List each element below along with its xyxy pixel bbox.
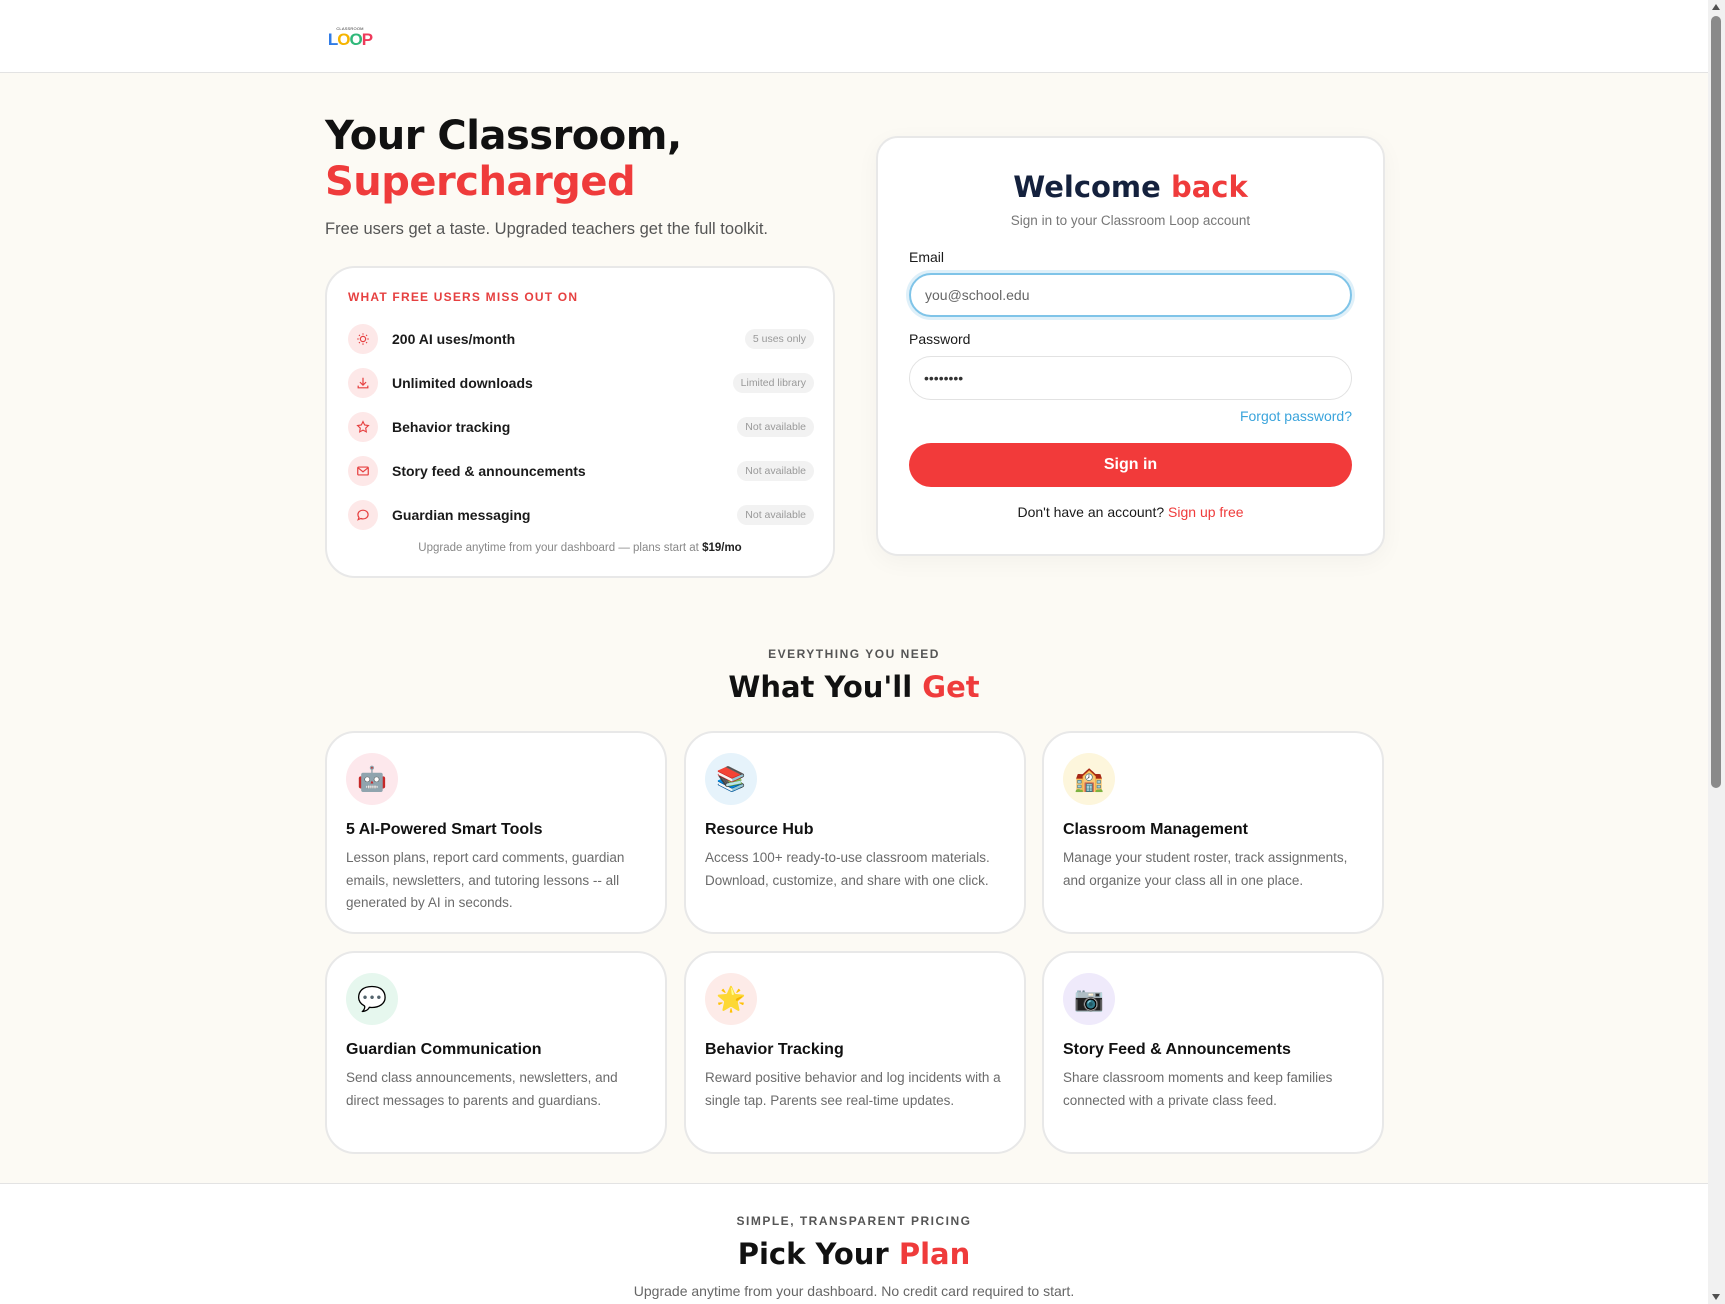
sign-up-link[interactable]: Sign up free [1168, 504, 1244, 520]
logo-letter: O [349, 30, 363, 49]
login-card: Welcome back Sign in to your Classroom L… [876, 136, 1385, 556]
features-title: What You'll Get [0, 670, 1708, 704]
features-eyebrow: EVERYTHING YOU NEED [768, 647, 940, 661]
envelope-icon [348, 456, 378, 486]
limitation-label: Guardian messaging [392, 507, 531, 523]
upgrade-note-text: Upgrade anytime from your dashboard — pl… [418, 542, 703, 554]
password-field[interactable] [909, 356, 1352, 400]
login-title: Welcome back [878, 170, 1383, 204]
password-label: Password [909, 331, 971, 347]
limitation-label: Story feed & announcements [392, 463, 586, 479]
hero-subtitle: Free users get a taste. Upgraded teacher… [325, 220, 768, 238]
feature-card-ai-tools: 🤖 5 AI-Powered Smart Tools Lesson plans,… [325, 731, 667, 934]
limitation-badge: Not available [737, 461, 814, 481]
signup-prompt: Don't have an account? Sign up free [878, 504, 1383, 520]
feature-title: Story Feed & Announcements [1063, 1041, 1291, 1058]
logo-letter: L [327, 30, 338, 49]
upgrade-note-price: $19/mo [702, 542, 742, 554]
feature-title: Classroom Management [1063, 821, 1248, 838]
limitation-item: Behavior tracking Not available [348, 412, 814, 442]
page-scrollbar[interactable] [1708, 0, 1725, 1304]
feature-title: Guardian Communication [346, 1041, 542, 1058]
books-icon: 📚 [705, 753, 757, 805]
feature-card-classroom-management: 🏫 Classroom Management Manage your stude… [1042, 731, 1384, 934]
feature-card-story-feed: 📷 Story Feed & Announcements Share class… [1042, 951, 1384, 1154]
hero-title: Your Classroom, Supercharged [325, 113, 845, 205]
feature-card-behavior-tracking: 🌟 Behavior Tracking Reward positive beha… [684, 951, 1026, 1154]
pricing-title: Pick Your Plan [0, 1237, 1708, 1271]
download-icon [348, 368, 378, 398]
signup-prompt-text: Don't have an account? [1017, 504, 1165, 520]
school-icon: 🏫 [1063, 753, 1115, 805]
feature-description: Send class announcements, newsletters, a… [346, 1070, 618, 1108]
hero-title-line2: Supercharged [325, 159, 636, 205]
login-subtitle: Sign in to your Classroom Loop account [1010, 213, 1251, 228]
features-title-part1: What You'll [728, 670, 913, 704]
robot-icon: 🤖 [346, 753, 398, 805]
scroll-down-arrow-icon[interactable] [1712, 1294, 1720, 1300]
forgot-password-link[interactable]: Forgot password? [1240, 408, 1352, 424]
classroom-loop-logo[interactable]: CLASSROOM LOOP [327, 24, 373, 50]
email-label: Email [909, 249, 945, 265]
limitation-badge: Not available [737, 505, 814, 525]
limitation-item: Guardian messaging Not available [348, 500, 814, 530]
scroll-up-arrow-icon[interactable] [1712, 4, 1720, 10]
login-title-part1: Welcome [1013, 170, 1161, 204]
limitation-label: Behavior tracking [392, 419, 511, 435]
email-field[interactable] [909, 273, 1352, 317]
feature-description: Reward positive behavior and log inciden… [705, 1070, 1001, 1108]
feature-card-resource-hub: 📚 Resource Hub Access 100+ ready-to-use … [684, 731, 1026, 934]
star-burst-icon: 🌟 [705, 973, 757, 1025]
limitation-badge: Not available [737, 417, 814, 437]
camera-icon: 📷 [1063, 973, 1115, 1025]
limitation-item: Story feed & announcements Not available [348, 456, 814, 486]
pricing-title-part1: Pick Your [737, 1237, 889, 1271]
limitation-label: Unlimited downloads [392, 375, 533, 391]
feature-description: Access 100+ ready-to-use classroom mater… [705, 850, 990, 888]
lightbulb-icon [348, 324, 378, 354]
speech-bubble-icon: 💬 [346, 973, 398, 1025]
pricing-subtitle: Upgrade anytime from your dashboard. No … [633, 1283, 1075, 1299]
feature-description: Manage your student roster, track assign… [1063, 850, 1348, 888]
feature-description: Share classroom moments and keep familie… [1063, 1070, 1333, 1108]
features-title-part2: Get [922, 670, 980, 704]
upgrade-note: Upgrade anytime from your dashboard — pl… [327, 542, 833, 554]
feature-title: Behavior Tracking [705, 1041, 844, 1058]
star-icon [348, 412, 378, 442]
sign-in-button[interactable]: Sign in [909, 443, 1352, 487]
limitation-item: 200 AI uses/month 5 uses only [348, 324, 814, 354]
logo-word: LOOP [327, 30, 373, 49]
chat-bubble-icon [348, 500, 378, 530]
pricing-title-part2: Plan [898, 1237, 971, 1271]
top-navigation-bar: CLASSROOM LOOP [0, 0, 1708, 73]
limitation-label: 200 AI uses/month [392, 331, 516, 347]
limitation-item: Unlimited downloads Limited library [348, 368, 814, 398]
free-limitations-heading: WHAT FREE USERS MISS OUT ON [348, 290, 579, 304]
pricing-eyebrow: SIMPLE, TRANSPARENT PRICING [736, 1214, 972, 1228]
feature-title: 5 AI-Powered Smart Tools [346, 821, 543, 838]
feature-title: Resource Hub [705, 821, 814, 838]
logo-letter: O [337, 30, 350, 49]
feature-description: Lesson plans, report card comments, guar… [346, 850, 625, 910]
logo-letter: P [361, 30, 373, 49]
limitation-badge: 5 uses only [744, 329, 814, 349]
free-limitations-card: WHAT FREE USERS MISS OUT ON 200 AI uses/… [325, 266, 835, 578]
feature-card-guardian-communication: 💬 Guardian Communication Send class anno… [325, 951, 667, 1154]
login-title-part2: back [1170, 170, 1248, 204]
scrollbar-thumb[interactable] [1711, 16, 1721, 788]
hero-title-line1: Your Classroom, [325, 113, 682, 159]
limitation-badge: Limited library [732, 373, 814, 393]
